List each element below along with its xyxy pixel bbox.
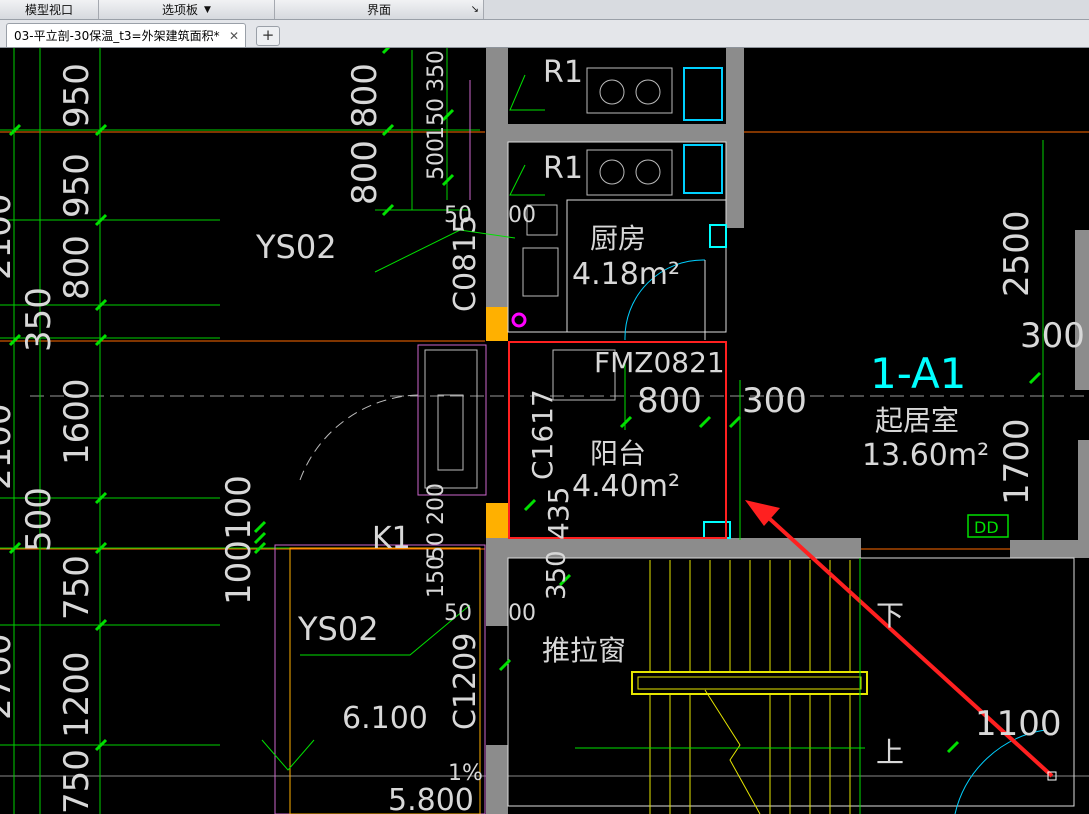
dim-left-1600: 1600 (57, 378, 97, 465)
interface-button[interactable]: 界面 ↘ (275, 0, 484, 19)
model-viewport-button[interactable]: 模型视口 (0, 0, 99, 19)
dim-left-750a: 750 (57, 555, 97, 620)
tab-document-label: 03-平立剖-30保温_t3=外架建筑面积* (14, 29, 220, 43)
dim-edge-2700: 2700 (0, 633, 19, 720)
expand-corner-icon: ↘ (470, 4, 479, 15)
interface-label: 界面 (366, 3, 391, 17)
dim-mid-350: 350 (424, 50, 449, 92)
kitchen-area: 4.18m² (572, 257, 680, 292)
tag-c1617: C1617 (526, 389, 559, 480)
palette-label: 选项板 (162, 3, 199, 17)
toolbar-spacer (484, 0, 1089, 19)
palette-dropdown[interactable]: 选项板 ▼ (99, 0, 275, 19)
dim-mid-200: 200 (424, 483, 449, 525)
dim-bal-435: 435 (542, 487, 575, 540)
dim-v100b: 100 (219, 540, 259, 605)
dim-mid-50a: 50 (444, 203, 472, 228)
balcony-area: 4.40m² (572, 469, 680, 504)
living-name: 起居室 (875, 404, 959, 437)
dim-edge-2100a: 2100 (0, 193, 19, 280)
tag-c1209: C1209 (448, 633, 483, 730)
dim-h300b: 300 (1020, 316, 1085, 356)
close-icon[interactable]: ✕ (229, 29, 239, 43)
dim-left-950a: 950 (57, 63, 97, 128)
tab-document[interactable]: 03-平立剖-30保温_t3=外架建筑面积* ✕ (6, 23, 246, 47)
dim-mid-800b: 800 (345, 140, 385, 205)
living-area: 13.60m² (862, 438, 989, 473)
top-palette-bar: 模型视口 选项板 ▼ 界面 ↘ (0, 0, 1089, 20)
dim-left-500: 500 (19, 487, 59, 552)
dim-v1700: 1700 (997, 418, 1037, 505)
dim-mid-00b: 00 (508, 601, 536, 626)
cad-drawing-canvas[interactable]: 950 950 800 350 1600 500 750 1200 750 21… (0, 48, 1089, 814)
unit-label: 1-A1 (870, 349, 966, 398)
dim-edge-2100b: 2100 (0, 403, 19, 490)
dim-mid-50c: 50 (444, 601, 472, 626)
column (486, 307, 508, 341)
dim-v100a: 100 (219, 475, 259, 540)
dim-mid-00a: 00 (508, 203, 536, 228)
dim-left-750b: 750 (57, 749, 97, 814)
tag-dd: DD (974, 518, 999, 537)
dim-mid-150b: 150 (424, 556, 449, 598)
dim-mid-50b: 50 (424, 532, 449, 560)
dim-left-350: 350 (19, 287, 59, 352)
dim-left-1200: 1200 (57, 651, 97, 738)
stair-up-label: 上 (876, 736, 904, 769)
slope-percent: 1% (448, 761, 483, 786)
dim-h300a: 300 (742, 381, 807, 421)
elevation-5800: 5.800 (388, 783, 474, 814)
dim-left-950b: 950 (57, 153, 97, 218)
tag-c0815: C0815 (448, 215, 483, 312)
dim-mid-500: 500 (424, 138, 449, 180)
tag-r1-mid: R1 (543, 151, 583, 186)
balcony-name: 阳台 (590, 437, 646, 470)
dim-mid-800a: 800 (345, 63, 385, 128)
column (486, 503, 508, 538)
model-viewport-label: 模型视口 (24, 3, 73, 17)
stair-down-label: 下 (876, 599, 904, 632)
document-tab-bar: 03-平立剖-30保温_t3=外架建筑面积* ✕ + (0, 20, 1089, 48)
tag-ys02-top: YS02 (255, 228, 337, 266)
dim-left-800: 800 (57, 235, 97, 300)
tag-ys02-bottom: YS02 (297, 610, 379, 648)
elevation-6100: 6.100 (342, 701, 428, 736)
tag-k1: K1 (372, 521, 411, 556)
tag-r1-top: R1 (543, 55, 583, 90)
dim-h1100: 1100 (975, 704, 1062, 744)
chevron-down-icon: ▼ (204, 4, 211, 15)
dim-mid-150: 150 (424, 98, 449, 140)
tag-fmz0821: FMZ0821 (594, 346, 725, 379)
new-tab-button[interactable]: + (256, 26, 280, 46)
dim-v350: 350 (542, 550, 572, 600)
dim-v2500: 2500 (997, 210, 1037, 297)
dim-h800: 800 (637, 381, 702, 421)
kitchen-name: 厨房 (590, 222, 646, 255)
sliding-window-label: 推拉窗 (542, 634, 626, 667)
